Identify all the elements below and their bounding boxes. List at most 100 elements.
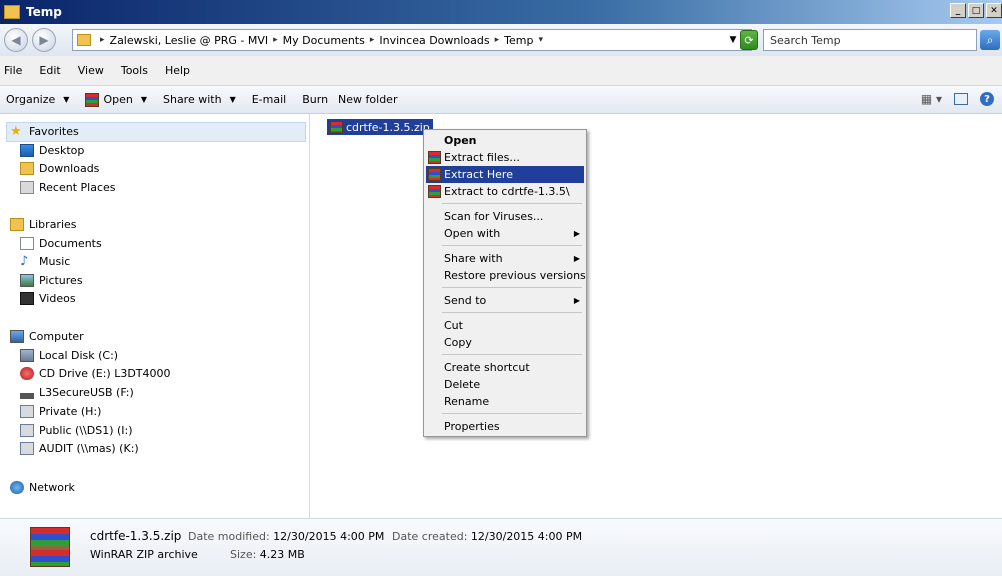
nav-music[interactable]: ♪ Music [20,255,70,268]
close-button[interactable]: ✕ [986,3,1002,18]
breadcrumb-item[interactable]: Temp [504,34,533,47]
help-icon[interactable]: ? [980,92,994,106]
local-disk-icon [20,349,34,362]
refresh-button[interactable]: ⟳ [740,30,758,50]
menu-view[interactable]: View [78,64,104,77]
nav-cd-drive[interactable]: CD Drive (E:) L3DT4000 [20,367,171,380]
nav-documents[interactable]: Documents [20,237,102,250]
burn-label: Burn [302,93,329,106]
detail-label: Date modified: [188,530,270,543]
nav-label: CD Drive (E:) L3DT4000 [39,367,171,380]
nav-label: Recent Places [39,181,116,194]
search-input[interactable]: Search Temp [763,29,977,51]
menu-tools[interactable]: Tools [121,64,148,77]
nav-local-disk[interactable]: Local Disk (C:) [20,349,118,362]
nav-network[interactable]: Network [10,481,75,494]
menu-properties[interactable]: Properties [426,418,584,435]
minimize-button[interactable]: _ [950,3,966,18]
menu-rename[interactable]: Rename [426,393,584,410]
nav-secure-usb[interactable]: L3SecureUSB (F:) [20,386,134,399]
nav-label: Computer [29,330,84,343]
winrar-icon [428,168,441,181]
breadcrumb-item[interactable]: My Documents [283,34,365,47]
menu-separator [442,312,582,313]
nav-favorites[interactable]: ★ Favorites [10,125,79,138]
search-icon[interactable]: ⌕ [980,30,1000,50]
menu-label: Restore previous versions [444,269,586,282]
address-bar[interactable]: ▸ Zalewski, Leslie @ PRG - MVI ▸ My Docu… [72,29,752,51]
network-drive-icon [20,442,34,455]
breadcrumb-item[interactable]: Zalewski, Leslie @ PRG - MVI [110,34,269,47]
menu-extract-files[interactable]: Extract files... [426,149,584,166]
nav-downloads[interactable]: Downloads [20,162,99,175]
winrar-icon [330,121,343,133]
menu-edit[interactable]: Edit [39,64,60,77]
menu-file[interactable]: File [4,64,22,77]
chevron-right-icon[interactable]: ▸ [370,35,375,45]
organize-button[interactable]: Organize ▼ [6,93,69,106]
nav-label: AUDIT (\\mas) (K:) [39,442,139,455]
email-label: E-mail [251,93,287,106]
nav-private[interactable]: Private (H:) [20,405,101,418]
maximize-button[interactable]: □ [968,3,984,18]
organize-label: Organize [6,93,56,106]
nav-public[interactable]: Public (\\DS1) (I:) [20,424,133,437]
menu-create-shortcut[interactable]: Create shortcut [426,359,584,376]
email-button[interactable]: E-mail [252,93,287,106]
file-list[interactable]: cdrtfe-1.3.5.zip [312,114,1002,518]
menu-extract-to[interactable]: Extract to cdrtfe-1.3.5\ [426,183,584,200]
nav-recent-places[interactable]: Recent Places [20,181,116,194]
share-with-button[interactable]: Share with ▼ [163,93,236,106]
menu-extract-here[interactable]: Extract Here [426,166,584,183]
chevron-right-icon[interactable]: ▸ [495,35,500,45]
menu-open-with[interactable]: Open with ▶ [426,225,584,242]
nav-computer[interactable]: Computer [10,330,84,343]
menu-send-to[interactable]: Send to ▶ [426,292,584,309]
nav-libraries[interactable]: Libraries [10,218,77,231]
detail-label: Size: [230,548,257,561]
burn-button[interactable]: Burn [302,93,328,106]
open-button[interactable]: Open ▼ [85,92,147,107]
menu-label: Open [444,134,477,147]
menu-separator [442,245,582,246]
new-folder-button[interactable]: New folder [338,93,397,106]
detail-label: Date created: [392,530,468,543]
change-view-icon[interactable]: ▦ ▾ [921,92,942,106]
view-controls: ▦ ▾ ? [921,92,994,106]
menu-label: Scan for Viruses... [444,210,544,223]
menu-label: Create shortcut [444,361,530,374]
nav-videos[interactable]: Videos [20,292,76,305]
preview-pane-icon[interactable] [954,93,968,105]
menu-help[interactable]: Help [165,64,190,77]
menu-share-with[interactable]: Share with ▶ [426,250,584,267]
chevron-right-icon[interactable]: ▸ [100,35,105,45]
nav-audit[interactable]: AUDIT (\\mas) (K:) [20,442,139,455]
nav-label: Documents [39,237,102,250]
window-controls: _ □ ✕ [950,3,1002,18]
menu-scan-viruses[interactable]: Scan for Viruses... [426,208,584,225]
window-title: Temp [26,5,62,19]
detail-value: 12/30/2015 4:00 PM [470,530,583,543]
breadcrumb-item[interactable]: Invincea Downloads [379,34,489,47]
chevron-right-icon[interactable]: ▸ [273,35,278,45]
back-button[interactable]: ◀ [4,28,28,52]
nav-pictures[interactable]: Pictures [20,274,83,287]
nav-label: L3SecureUSB (F:) [39,386,134,399]
menu-open[interactable]: Open [426,132,584,149]
nav-desktop[interactable]: Desktop [20,144,84,157]
detail-date-modified: Date modified: 12/30/2015 4:00 PM [188,530,384,543]
chevron-down-icon: ▼ [140,95,147,104]
menu-delete[interactable]: Delete [426,376,584,393]
menu-copy[interactable]: Copy [426,334,584,351]
context-menu: Open Extract files... Extract Here Extra… [423,129,587,437]
computer-icon [10,330,24,343]
forward-button[interactable]: ▶ [32,28,56,52]
nav-label: Downloads [39,162,100,175]
menu-cut[interactable]: Cut [426,317,584,334]
menu-restore-versions[interactable]: Restore previous versions [426,267,586,284]
chevron-down-icon[interactable]: ▾ [538,35,543,45]
file-item-selected[interactable]: cdrtfe-1.3.5.zip [327,119,433,135]
file-name: cdrtfe-1.3.5.zip [346,120,430,134]
address-dropdown-button[interactable]: ▼ [726,29,740,51]
search-placeholder: Search Temp [770,33,841,47]
